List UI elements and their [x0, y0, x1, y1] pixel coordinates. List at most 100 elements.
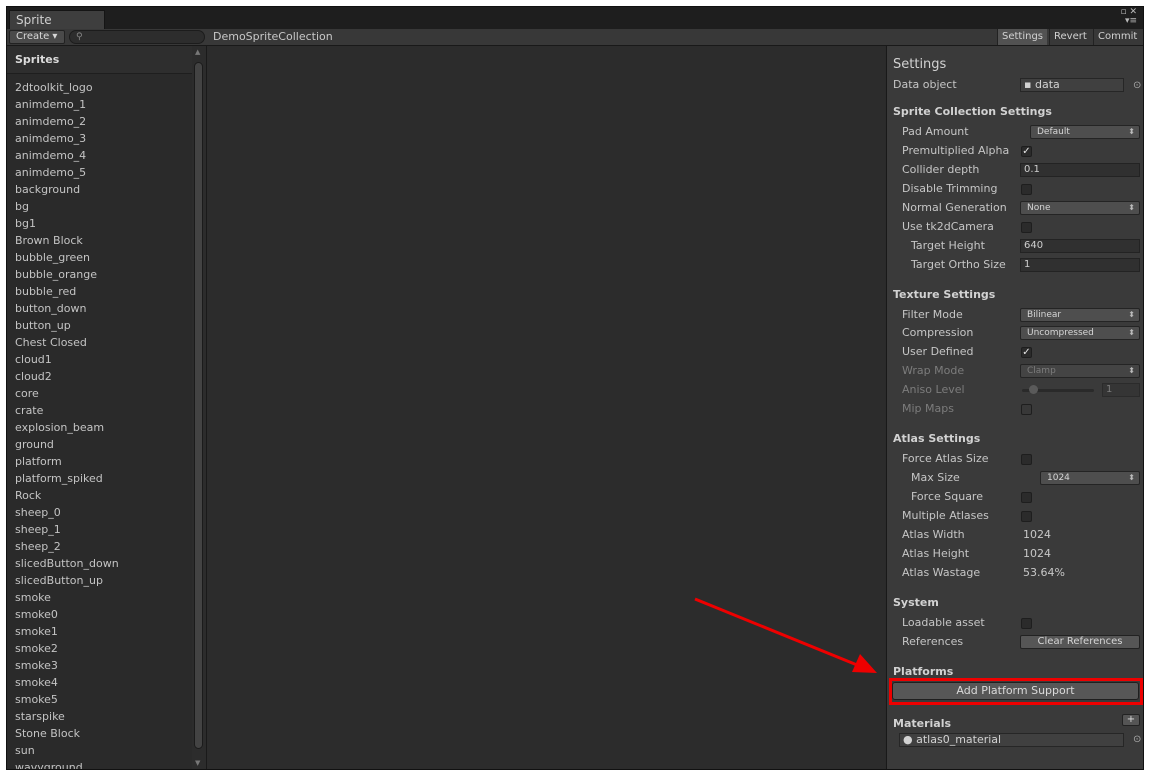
sprite-list-item[interactable]: wavyground: [7, 759, 192, 769]
sprite-list-item[interactable]: ground: [7, 436, 192, 453]
sprite-list-item[interactable]: animdemo_1: [7, 96, 192, 113]
sprite-list-item[interactable]: starspike: [7, 708, 192, 725]
collider-depth-field[interactable]: 0.1: [1020, 163, 1140, 177]
filter-mode-label: Filter Mode: [902, 308, 963, 321]
sprite-list-item[interactable]: sheep_0: [7, 504, 192, 521]
pad-amount-dropdown[interactable]: Default ⬍: [1030, 125, 1140, 139]
pad-amount-value: Default: [1037, 127, 1070, 137]
window-controls: ▫ ✕ ▾≡: [1120, 8, 1137, 26]
sprite-list-item[interactable]: smoke: [7, 589, 192, 606]
sprite-list-item[interactable]: core: [7, 385, 192, 402]
scroll-up-icon[interactable]: ▲: [195, 48, 203, 56]
add-material-button[interactable]: +: [1122, 714, 1140, 726]
sprite-list-item[interactable]: slicedButton_down: [7, 555, 192, 572]
data-object-field[interactable]: ▪ data: [1020, 78, 1124, 92]
target-height-row: Target Height 640: [887, 238, 1143, 254]
window-tab[interactable]: Sprite Collectic: [9, 10, 105, 46]
dropdown-arrow-icon: ⬍: [1128, 328, 1135, 337]
sidebar-header: Sprites: [7, 46, 192, 74]
multiple-atlases-checkbox[interactable]: [1021, 511, 1032, 522]
sprite-list-item[interactable]: bg: [7, 198, 192, 215]
sprite-list-item[interactable]: animdemo_2: [7, 113, 192, 130]
scroll-thumb[interactable]: [194, 62, 203, 749]
force-square-checkbox[interactable]: [1021, 492, 1032, 503]
sprite-list-item[interactable]: animdemo_3: [7, 130, 192, 147]
sprite-list-item[interactable]: button_up: [7, 317, 192, 334]
sprite-list-item[interactable]: crate: [7, 402, 192, 419]
sprite-list-item[interactable]: platform: [7, 453, 192, 470]
user-defined-checkbox[interactable]: ✓: [1021, 347, 1032, 358]
sprite-list-item[interactable]: animdemo_4: [7, 147, 192, 164]
sprite-list-item[interactable]: sheep_1: [7, 521, 192, 538]
settings-button[interactable]: Settings: [997, 29, 1048, 45]
max-size-dropdown[interactable]: 1024 ⬍: [1040, 471, 1140, 485]
search-input[interactable]: ⚲: [69, 30, 205, 44]
commit-button[interactable]: Commit: [1093, 29, 1141, 45]
sprite-list-item[interactable]: smoke2: [7, 640, 192, 657]
multiple-atlases-label: Multiple Atlases: [902, 509, 989, 522]
material-field[interactable]: ● atlas0_material: [899, 733, 1124, 747]
sprite-list-item[interactable]: platform_spiked: [7, 470, 192, 487]
sprite-list-item[interactable]: Rock: [7, 487, 192, 504]
wrap-mode-dropdown: Clamp ⬍: [1020, 364, 1140, 378]
sprite-list-item[interactable]: bubble_orange: [7, 266, 192, 283]
atlas-height-value: 1024: [1023, 547, 1051, 560]
data-object-label: Data object: [893, 78, 957, 91]
filter-mode-dropdown[interactable]: Bilinear ⬍: [1020, 308, 1140, 322]
atlas-height-label: Atlas Height: [902, 547, 970, 560]
dropdown-arrow-icon: ⬍: [1128, 310, 1135, 319]
sprite-list-item[interactable]: smoke5: [7, 691, 192, 708]
sprite-list-item[interactable]: smoke1: [7, 623, 192, 640]
sprite-list-item[interactable]: explosion_beam: [7, 419, 192, 436]
settings-title: Settings: [893, 57, 947, 72]
sprite-list-item[interactable]: bubble_red: [7, 283, 192, 300]
aniso-level-field: 1: [1102, 383, 1140, 397]
object-picker-icon[interactable]: ⊙: [1133, 78, 1141, 94]
atlas-width-row: Atlas Width 1024: [887, 527, 1143, 543]
sprite-list-item[interactable]: slicedButton_up: [7, 572, 192, 589]
sprite-list-item[interactable]: button_down: [7, 300, 192, 317]
create-button[interactable]: Create ▾: [9, 30, 65, 44]
sprite-list-item[interactable]: sun: [7, 742, 192, 759]
sprite-list-item[interactable]: sheep_2: [7, 538, 192, 555]
loadable-asset-checkbox[interactable]: [1021, 618, 1032, 629]
add-platform-support-button[interactable]: Add Platform Support: [892, 682, 1139, 700]
scroll-down-icon[interactable]: ▼: [195, 759, 203, 767]
compression-value: Uncompressed: [1027, 328, 1094, 338]
materials-title: Materials: [893, 717, 952, 730]
sprite-list-item[interactable]: cloud1: [7, 351, 192, 368]
sprite-list-item[interactable]: cloud2: [7, 368, 192, 385]
pad-amount-row: Pad Amount Default ⬍: [887, 124, 1143, 140]
sprite-list-item[interactable]: smoke0: [7, 606, 192, 623]
material-picker-icon[interactable]: ⊙: [1133, 734, 1141, 745]
use-tk2dcamera-checkbox[interactable]: [1021, 222, 1032, 233]
target-ortho-size-field[interactable]: 1: [1020, 258, 1140, 272]
sprite-list-item[interactable]: bubble_green: [7, 249, 192, 266]
premultiplied-alpha-checkbox[interactable]: ✓: [1021, 146, 1032, 157]
compression-dropdown[interactable]: Uncompressed ⬍: [1020, 326, 1140, 340]
sprite-list-item[interactable]: smoke4: [7, 674, 192, 691]
collider-depth-row: Collider depth 0.1: [887, 162, 1143, 178]
force-atlas-size-checkbox[interactable]: [1021, 454, 1032, 465]
disable-trimming-row: Disable Trimming: [887, 181, 1143, 197]
sprite-list-item[interactable]: 2dtoolkit_logo: [7, 79, 192, 96]
sprite-list-item[interactable]: Brown Block: [7, 232, 192, 249]
collection-name: DemoSpriteCollection: [213, 30, 333, 43]
sidebar-scrollbar[interactable]: ▲ ▼: [192, 46, 207, 769]
target-height-field[interactable]: 640: [1020, 239, 1140, 253]
sprite-list-item[interactable]: Chest Closed: [7, 334, 192, 351]
sprite-list-item[interactable]: background: [7, 181, 192, 198]
loadable-asset-label: Loadable asset: [902, 616, 985, 629]
sprite-list-item[interactable]: smoke3: [7, 657, 192, 674]
normal-generation-dropdown[interactable]: None ⬍: [1020, 201, 1140, 215]
sprite-list-item[interactable]: Stone Block: [7, 725, 192, 742]
sprite-list-item[interactable]: bg1: [7, 215, 192, 232]
clear-references-button[interactable]: Clear References: [1020, 635, 1140, 649]
atlas-wastage-label: Atlas Wastage: [902, 566, 981, 579]
revert-button[interactable]: Revert: [1049, 29, 1091, 45]
sprite-list-item[interactable]: animdemo_5: [7, 164, 192, 181]
user-defined-label: User Defined: [902, 345, 974, 358]
atlas-wastage-value: 53.64%: [1023, 566, 1065, 579]
disable-trimming-checkbox[interactable]: [1021, 184, 1032, 195]
tab-menu-icon[interactable]: ▾≡: [1125, 16, 1137, 26]
